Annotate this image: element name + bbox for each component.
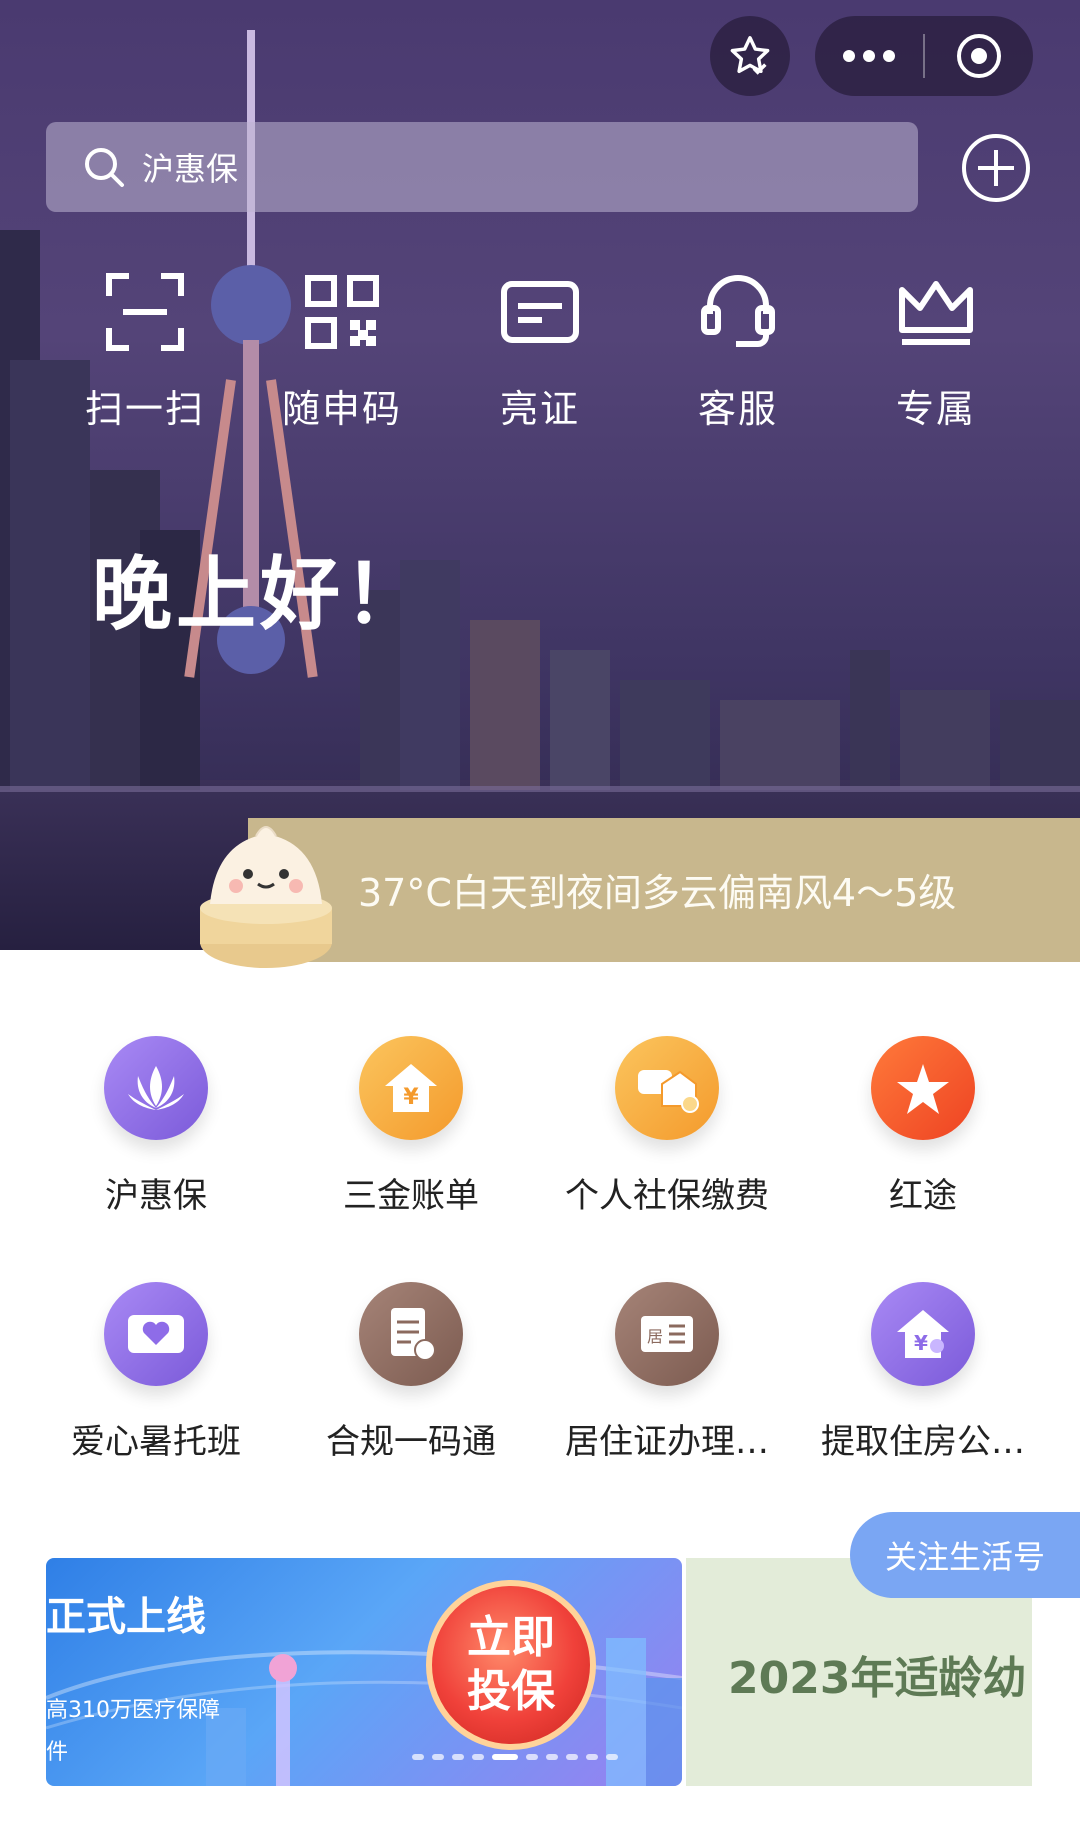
close-button[interactable] [925, 31, 1033, 81]
headset-icon [701, 275, 775, 347]
side-banner-text: 2023年适龄幼 [728, 1653, 1027, 1704]
service-label: 个人社保缴费 [565, 1176, 769, 1216]
mini-program-capsule [815, 16, 1033, 96]
residence-card-icon: 居 [615, 1282, 719, 1386]
quick-action-label: 客服 [697, 387, 778, 431]
search-bar[interactable]: 沪惠保 [46, 122, 918, 212]
quick-action-label: 扫一扫 [84, 387, 205, 431]
red-star-icon [871, 1036, 975, 1140]
service-label: 沪惠保 [105, 1176, 207, 1216]
svg-text:居: 居 [647, 1327, 663, 1346]
quick-action-show-id[interactable]: 亮证 [470, 270, 610, 433]
quick-action-label: 亮证 [499, 387, 580, 431]
greeting-text: 晚上好！ [92, 548, 428, 641]
promo-banner-carousel[interactable]: 正式上线 高310万医疗保障 件 立即 投保 [46, 1558, 682, 1786]
service-hong-tu[interactable]: 红途 [808, 1036, 1038, 1217]
service-label: 提取住房公… [821, 1422, 1025, 1462]
service-label: 爱心暑托班 [71, 1422, 241, 1462]
more-dots-icon [843, 50, 895, 62]
buy-now-button[interactable]: 立即 投保 [426, 1580, 596, 1750]
xiaolongbao-mascot [200, 826, 332, 968]
quick-action-health-code[interactable]: 随申码 [272, 270, 412, 433]
service-summer-care[interactable]: 爱心暑托班 [41, 1282, 271, 1463]
quick-action-label: 专属 [895, 387, 976, 431]
scan-icon [106, 273, 184, 351]
qr-code-icon [305, 275, 379, 349]
service-housing-fund[interactable]: ¥ 提取住房公… [808, 1282, 1038, 1463]
social-security-icon [615, 1036, 719, 1140]
quick-action-scan[interactable]: 扫一扫 [75, 270, 215, 433]
quick-action-customer-service[interactable]: 客服 [668, 270, 808, 433]
service-label: 红途 [889, 1176, 957, 1216]
target-close-icon [957, 34, 1001, 78]
heart-card-icon [104, 1282, 208, 1386]
follow-life-account-button[interactable]: 关注生活号 [850, 1512, 1080, 1598]
svg-text:¥: ¥ [914, 1331, 928, 1355]
service-label: 合规一码通 [326, 1422, 496, 1462]
more-button[interactable] [815, 49, 923, 63]
star-check-icon [730, 36, 770, 75]
service-label: 三金账单 [343, 1176, 479, 1216]
banner-subtitle: 高310万医疗保障 [46, 1698, 220, 1723]
svg-text:¥: ¥ [403, 1085, 419, 1110]
add-button[interactable] [960, 132, 1032, 204]
search-placeholder: 沪惠保 [142, 150, 239, 188]
service-compliance-code[interactable]: 合规一码通 [296, 1282, 526, 1463]
quick-action-label: 随申码 [281, 387, 402, 431]
banner-subtitle-2: 件 [46, 1740, 69, 1765]
service-hu-hui-bao[interactable]: 沪惠保 [41, 1036, 271, 1217]
carousel-indicator [412, 1754, 618, 1760]
document-icon [359, 1282, 463, 1386]
banner-title: 正式上线 [46, 1594, 206, 1640]
favorite-button[interactable] [710, 16, 790, 96]
id-card-icon [501, 281, 579, 343]
hero-header: 沪惠保 扫一扫 随申码 亮证 客服 专属 晚上好！ [0, 0, 1080, 950]
cta-line-1: 立即 [467, 1612, 555, 1663]
service-residence-permit[interactable]: 居 居住证办理… [552, 1282, 782, 1463]
service-san-jin-bill[interactable]: ¥ 三金账单 [296, 1036, 526, 1217]
weather-text: 37°C白天到夜间多云偏南风4～5级 [358, 871, 957, 915]
house-yuan-icon: ¥ [359, 1036, 463, 1140]
crown-icon [899, 281, 973, 345]
quick-action-exclusive[interactable]: 专属 [866, 270, 1006, 433]
lotus-icon [104, 1036, 208, 1140]
housing-fund-icon: ¥ [871, 1282, 975, 1386]
service-label: 居住证办理… [565, 1422, 769, 1462]
service-social-security-payment[interactable]: 个人社保缴费 [552, 1036, 782, 1217]
search-icon [85, 148, 124, 187]
cta-line-2: 投保 [467, 1666, 555, 1717]
